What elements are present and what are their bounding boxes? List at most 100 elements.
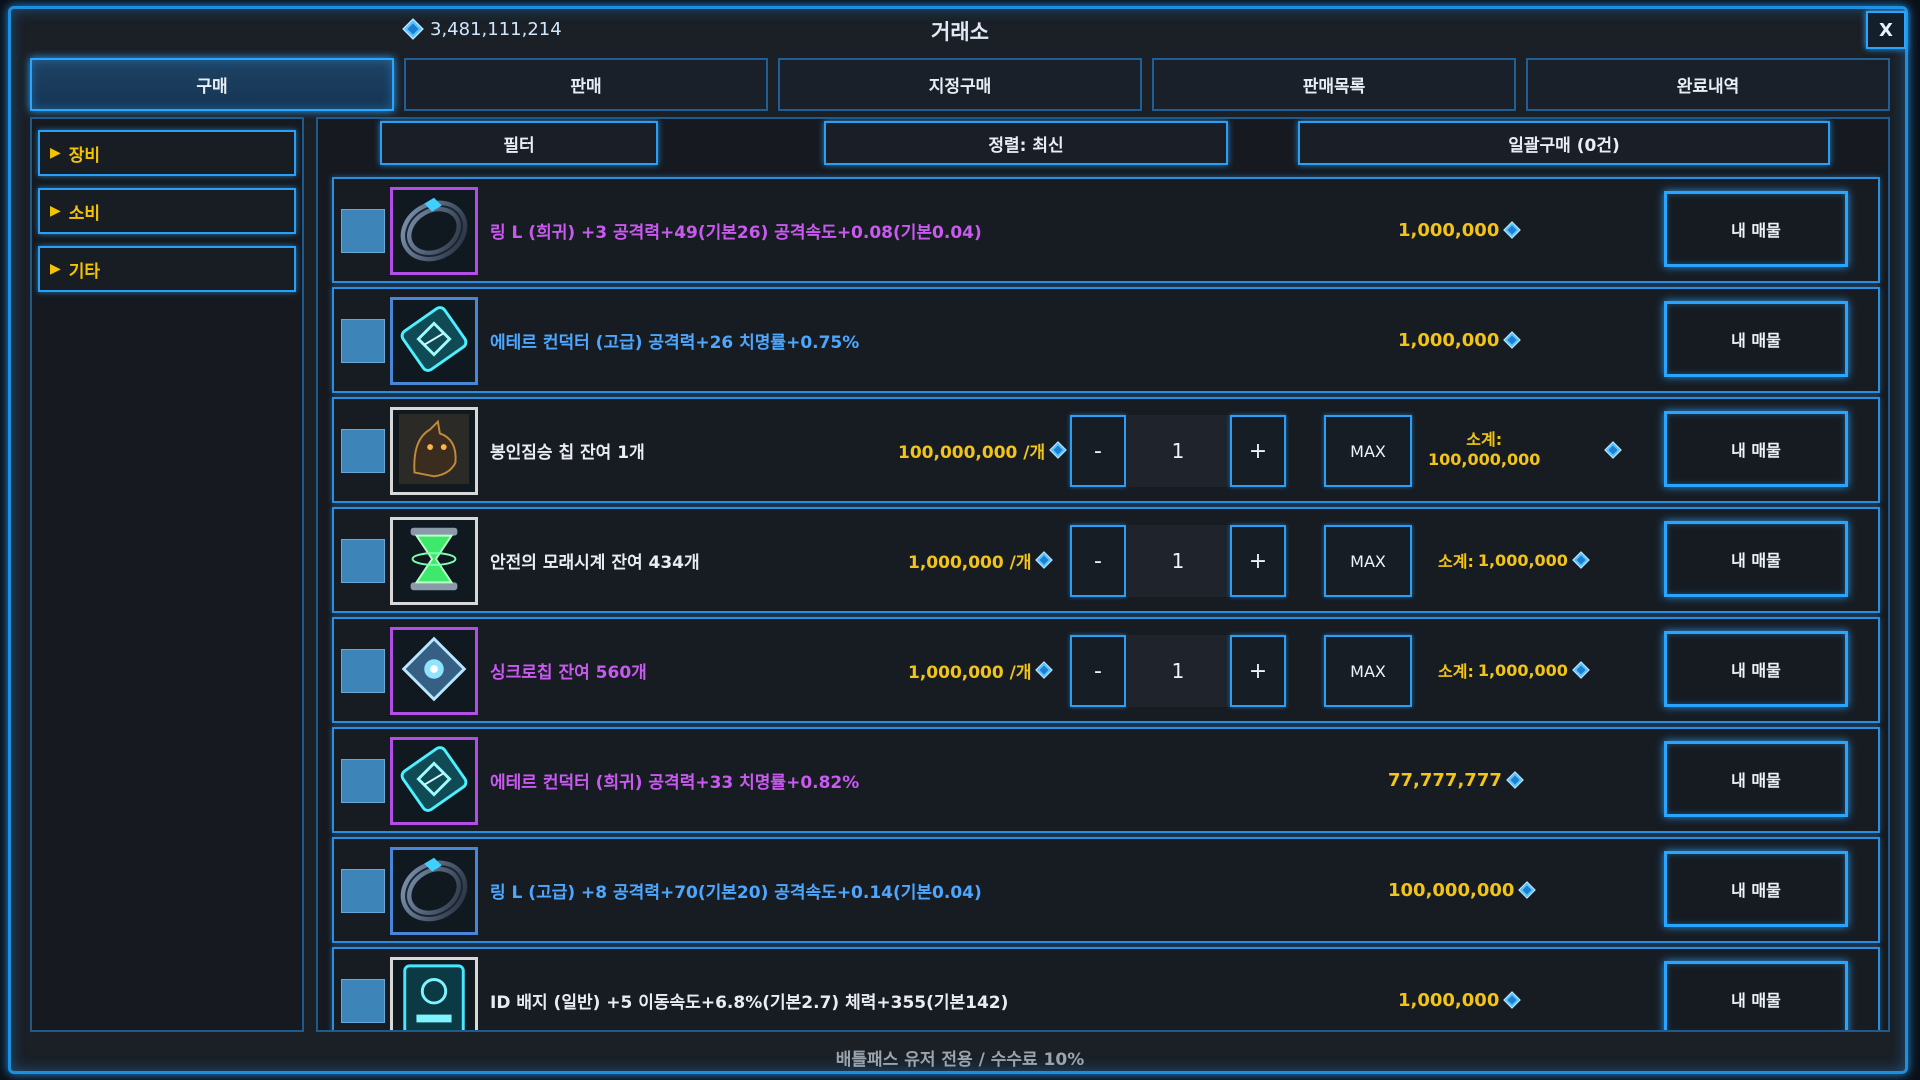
- close-button[interactable]: X: [1866, 11, 1906, 49]
- decrease-quantity-button[interactable]: -: [1070, 525, 1126, 597]
- price-value: 77,777,777: [1388, 769, 1502, 791]
- currency-value: 3,481,111,214: [430, 18, 562, 40]
- max-quantity-button[interactable]: MAX: [1324, 415, 1412, 487]
- ring-icon: [395, 850, 473, 932]
- diamond-currency-icon: [1506, 771, 1524, 789]
- item-price: 1,000,000: [1398, 949, 1522, 1030]
- tab-designated-buy[interactable]: 지정구매: [778, 58, 1142, 111]
- currency-display: 3,481,111,214: [402, 18, 562, 40]
- increase-quantity-button[interactable]: +: [1230, 415, 1286, 487]
- listing-row: 싱크로칩 잔여 560개 1,000,000 /개 -1 + MAX 소계: 1,000,0…: [332, 617, 1880, 723]
- select-checkbox[interactable]: [341, 649, 385, 693]
- unit-price: 100,000,000 /개: [898, 399, 1068, 501]
- increase-quantity-button[interactable]: +: [1230, 635, 1286, 707]
- item-icon-frame: [390, 737, 478, 825]
- my-listing-button[interactable]: 내 매물: [1664, 191, 1848, 267]
- diamond-currency-icon: [1604, 441, 1622, 459]
- tab-buy[interactable]: 구매: [30, 58, 394, 111]
- increase-quantity-button[interactable]: +: [1230, 525, 1286, 597]
- listing-row: 봉인짐승 칩 잔여 1개 100,000,000 /개 -1 + MAX 소계: 100,0…: [332, 397, 1880, 503]
- triangle-right-icon: ▶: [50, 203, 61, 219]
- subtotal-label: 소계:: [1438, 552, 1474, 571]
- item-name: 싱크로칩 잔여 560개: [490, 662, 647, 683]
- item-name: 링 L (고급) +8 공격력+70(기본20) 공격속도+0.14(기본0.0…: [490, 882, 982, 903]
- item-icon-frame: [390, 957, 478, 1030]
- listing-row: 에테르 컨덕터 (희귀) 공격력+33 치명률+0.82% 77,777,777 내…: [332, 727, 1880, 833]
- my-listing-button[interactable]: 내 매물: [1664, 961, 1848, 1030]
- select-checkbox[interactable]: [341, 429, 385, 473]
- max-quantity-button[interactable]: MAX: [1324, 525, 1412, 597]
- diamond-currency-icon: [1518, 881, 1537, 899]
- item-price: 1,000,000: [1398, 179, 1522, 281]
- decrease-quantity-button[interactable]: -: [1070, 635, 1126, 707]
- tab-bar: 구매 판매 지정구매 판매목록 완료내역: [30, 58, 1890, 111]
- id-badge-icon: [395, 960, 473, 1030]
- diamond-currency-icon: [1503, 331, 1522, 349]
- subtotal-currency: [1604, 441, 1622, 463]
- bulk-buy-button[interactable]: 일괄구매 (0건): [1298, 121, 1830, 165]
- diamond-currency-icon: [1572, 551, 1590, 569]
- select-checkbox[interactable]: [341, 869, 385, 913]
- my-listing-button[interactable]: 내 매물: [1664, 851, 1848, 927]
- diamond-currency-icon: [1049, 441, 1068, 459]
- footer-note: 배틀패스 유저 전용 / 수수료 10%: [835, 1050, 1085, 1070]
- unit-price-value: 1,000,000 /개: [908, 552, 1032, 573]
- sort-button[interactable]: 정렬: 최신: [824, 121, 1228, 165]
- sidebar-item-equipment[interactable]: ▶ 장비: [38, 130, 296, 176]
- listing-row: 안전의 모래시계 잔여 434개 1,000,000 /개 -1 + MAX 소계: 1,0…: [332, 507, 1880, 613]
- category-sidebar: ▶ 장비 ▶ 소비 ▶ 기타: [30, 117, 304, 1032]
- my-listing-button[interactable]: 내 매물: [1664, 521, 1848, 597]
- ether-conductor-icon: [395, 740, 473, 822]
- sidebar-item-label: 기타: [68, 261, 101, 282]
- decrease-quantity-button[interactable]: -: [1070, 415, 1126, 487]
- sidebar-item-label: 소비: [68, 203, 101, 224]
- select-checkbox[interactable]: [341, 759, 385, 803]
- item-name: 에테르 컨덕터 (고급) 공격력+26 치명률+0.75%: [490, 332, 860, 353]
- tab-completed[interactable]: 완료내역: [1526, 58, 1890, 111]
- sidebar-item-etc[interactable]: ▶ 기타: [38, 246, 296, 292]
- listing-row: 링 L (고급) +8 공격력+70(기본20) 공격속도+0.14(기본0.0…: [332, 837, 1880, 943]
- item-icon-frame: [390, 407, 478, 495]
- subtotal-label: 소계:: [1466, 430, 1503, 450]
- my-listing-button[interactable]: 내 매물: [1664, 741, 1848, 817]
- my-listing-button[interactable]: 내 매물: [1664, 631, 1848, 707]
- sidebar-item-label: 장비: [68, 145, 101, 166]
- ring-icon: [395, 190, 473, 272]
- subtotal-label: 소계:: [1438, 662, 1474, 681]
- price-value: 1,000,000: [1398, 329, 1500, 351]
- item-price: 77,777,777: [1388, 729, 1524, 831]
- diamond-currency-icon: [1503, 991, 1522, 1009]
- max-quantity-button[interactable]: MAX: [1324, 635, 1412, 707]
- sidebar-item-consumable[interactable]: ▶ 소비: [38, 188, 296, 234]
- my-listing-button[interactable]: 내 매물: [1664, 301, 1848, 377]
- subtotal: 소계: 1,000,000: [1438, 619, 1590, 721]
- item-icon-frame: [390, 297, 478, 385]
- item-name: 에테르 컨덕터 (희귀) 공격력+33 치명률+0.82%: [490, 772, 860, 793]
- filter-button[interactable]: 필터: [380, 121, 658, 165]
- diamond-currency-icon: [402, 18, 424, 40]
- tab-sell[interactable]: 판매: [404, 58, 768, 111]
- item-icon-frame: [390, 627, 478, 715]
- quantity-field[interactable]: 1: [1126, 415, 1230, 487]
- select-checkbox[interactable]: [341, 539, 385, 583]
- listing-panel: 필터 정렬: 최신 일괄구매 (0건) 링 L (희귀) +3 공격력+49(기…: [316, 117, 1890, 1032]
- listing-row: ID 배지 (일반) +5 이동속도+6.8%(기본2.7) 체력+355(기본…: [332, 947, 1880, 1030]
- tab-sale-list[interactable]: 판매목록: [1152, 58, 1516, 111]
- select-checkbox[interactable]: [341, 319, 385, 363]
- item-price: 100,000,000: [1388, 839, 1537, 941]
- subtotal-value: 100,000,000: [1428, 449, 1541, 469]
- price-value: 1,000,000: [1398, 219, 1500, 241]
- item-icon-frame: [390, 847, 478, 935]
- select-checkbox[interactable]: [341, 979, 385, 1023]
- price-value: 1,000,000: [1398, 989, 1500, 1011]
- diamond-currency-icon: [1503, 221, 1522, 239]
- quantity-field[interactable]: 1: [1126, 635, 1230, 707]
- my-listing-button[interactable]: 내 매물: [1664, 411, 1848, 487]
- select-checkbox[interactable]: [341, 209, 385, 253]
- item-price: 1,000,000: [1398, 289, 1522, 391]
- quantity-field[interactable]: 1: [1126, 525, 1230, 597]
- item-name: 링 L (희귀) +3 공격력+49(기본26) 공격속도+0.08(기본0.0…: [490, 222, 982, 243]
- synchro-chip-icon: [395, 630, 473, 712]
- unit-price-value: 1,000,000 /개: [908, 662, 1032, 683]
- listing-row: 에테르 컨덕터 (고급) 공격력+26 치명률+0.75% 1,000,000 내 …: [332, 287, 1880, 393]
